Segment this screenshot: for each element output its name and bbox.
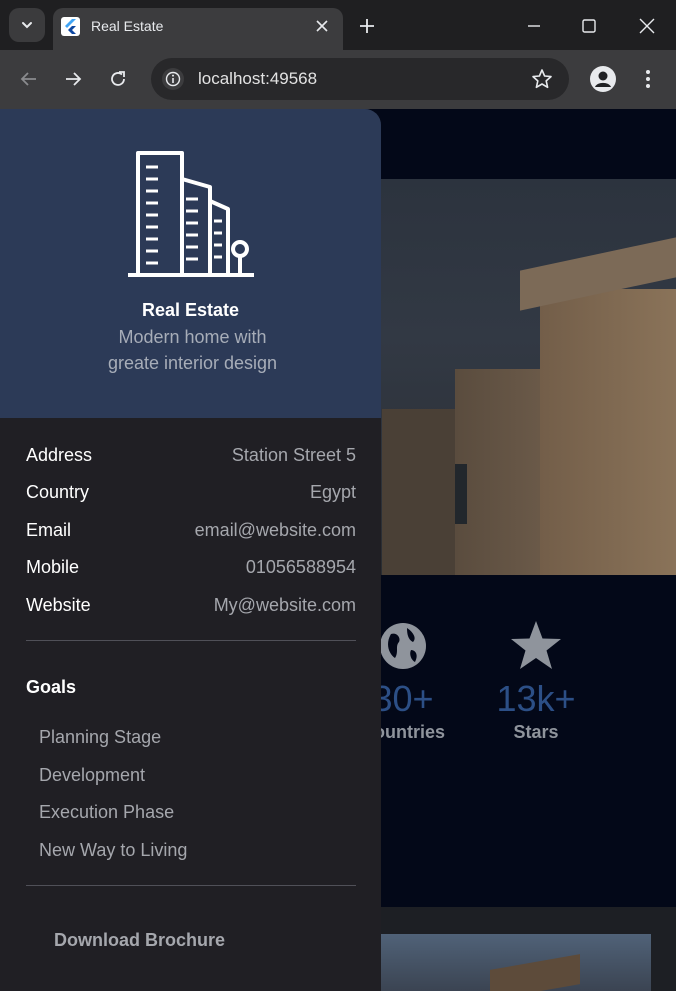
tagline-line: greate interior design — [107, 353, 278, 373]
tagline-line: Modern home with — [118, 327, 267, 347]
stat-value: 13k+ — [496, 678, 576, 719]
info-label: Country — [26, 482, 90, 502]
close-icon — [316, 20, 328, 32]
stat-label: Stars — [513, 722, 559, 742]
stat-stars: 13k+ Stars — [466, 618, 606, 743]
goal-item[interactable]: New Way to Living — [39, 840, 187, 861]
info-label: Address — [26, 445, 93, 465]
plus-icon — [360, 19, 374, 33]
info-row-email: Email email@website.com — [26, 520, 356, 544]
globe-icon — [380, 623, 426, 669]
divider — [26, 885, 356, 886]
forward-button[interactable] — [60, 66, 86, 92]
chevron-down-icon — [22, 22, 32, 29]
tab-close-button[interactable] — [313, 17, 331, 35]
maximize-button[interactable] — [576, 13, 602, 39]
side-drawer: Real Estate Modern home with greate inte… — [0, 109, 381, 991]
info-value: My@website.com — [213, 595, 356, 615]
back-arrow-icon — [20, 72, 36, 86]
divider — [26, 640, 356, 641]
minimize-button[interactable] — [521, 13, 547, 39]
star-icon — [511, 621, 561, 669]
tab-search-button[interactable] — [9, 8, 45, 42]
info-row-address: Address Station Street 5 — [26, 445, 356, 469]
profile-avatar-button[interactable] — [590, 66, 616, 92]
browser-window: Real Estate localhost:49568 30+ Countrie… — [0, 0, 676, 991]
address-bar[interactable]: localhost:49568 — [151, 58, 569, 100]
info-icon — [165, 71, 181, 87]
reload-icon — [111, 71, 125, 86]
info-label: Mobile — [26, 557, 80, 577]
tab-title: Real Estate — [91, 18, 164, 34]
tab-strip: Real Estate — [0, 0, 676, 50]
goals-heading: Goals — [26, 677, 77, 697]
goal-item[interactable]: Planning Stage — [39, 727, 161, 748]
browser-menu-button[interactable] — [638, 66, 658, 92]
close-icon — [639, 18, 655, 34]
info-value: Egypt — [309, 482, 356, 502]
download-brochure-button[interactable]: Download Brochure — [54, 930, 225, 951]
star-outline-icon — [532, 69, 552, 89]
minimize-icon — [528, 25, 540, 27]
new-tab-button[interactable] — [356, 15, 378, 37]
goal-item[interactable]: Development — [39, 765, 145, 786]
buildings-logo-icon — [128, 151, 254, 277]
info-label: Website — [26, 595, 91, 615]
flutter-favicon-icon — [61, 17, 80, 36]
info-value: 01056588954 — [245, 557, 356, 577]
person-icon — [595, 71, 611, 87]
url-text: localhost:49568 — [198, 69, 318, 88]
brand-name: Real Estate — [141, 300, 240, 320]
forward-arrow-icon — [66, 72, 82, 86]
browser-tab[interactable]: Real Estate — [53, 8, 343, 50]
info-label: Email — [26, 520, 72, 540]
site-info-button[interactable] — [162, 68, 184, 90]
maximize-icon — [582, 19, 596, 33]
bookmark-button[interactable] — [531, 68, 553, 90]
reload-button[interactable] — [105, 66, 131, 92]
info-row-country: Country Egypt — [26, 482, 356, 506]
goal-item[interactable]: Execution Phase — [39, 802, 174, 823]
drawer-header: Real Estate Modern home with greate inte… — [0, 109, 381, 418]
back-button[interactable] — [16, 66, 42, 92]
browser-toolbar: localhost:49568 — [0, 50, 676, 109]
info-value: email@website.com — [194, 520, 356, 540]
info-row-website: Website My@website.com — [26, 595, 356, 619]
window-close-button[interactable] — [634, 13, 660, 39]
info-value: Station Street 5 — [231, 445, 356, 465]
brand-tagline: Modern home with greate interior design — [90, 324, 295, 376]
property-image — [380, 934, 651, 991]
info-row-mobile: Mobile 01056588954 — [26, 557, 356, 581]
